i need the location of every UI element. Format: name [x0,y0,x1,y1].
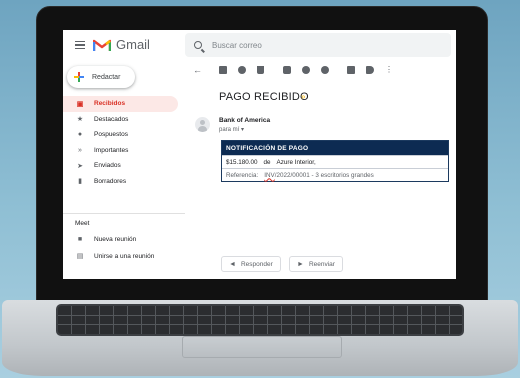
send-icon: ➤ [77,162,83,170]
search-bar[interactable] [185,33,451,57]
video-icon: ■ [77,236,83,243]
keyboard-icon: ▤ [76,253,84,260]
plus-icon [74,72,84,82]
gmail-logo-icon [93,39,111,51]
payment-notice: NOTIFICACIÓN DE PAGO $15.180.00 de Azure… [221,140,449,182]
recipient-text: para mí [219,127,240,133]
forward-button[interactable]: ► Reenviar [289,256,343,272]
notice-header: NOTIFICACIÓN DE PAGO [222,141,448,155]
chevron-down-icon[interactable]: ▾ [241,127,244,133]
archive-icon[interactable] [219,66,227,74]
draft-icon: ▮ [78,178,82,186]
notice-amount-row: $15.180.00 de Azure Interior, [222,155,448,168]
meet-new-meeting[interactable]: ■ Nueva reunión [75,236,136,243]
sidebar-item-label: Destacados [94,115,129,123]
forward-label: Reenviar [308,260,335,268]
sidebar-item-starred[interactable]: ★ Destacados [63,112,178,128]
mark-unread-icon[interactable] [283,66,291,74]
sidebar: Redactar ▣ Recibidos ★ Destacados ● Posp… [63,60,185,279]
reply-icon: ◄ [229,260,236,268]
sidebar-item-drafts[interactable]: ▮ Borradores [63,174,178,190]
reference-label: Referencia: [226,171,259,179]
more-options-icon[interactable]: ⋮ [385,66,393,74]
menu-icon[interactable] [75,41,85,49]
clock-icon: ● [77,131,83,139]
email-toolbar: ← ⋮ [185,60,456,82]
search-input[interactable] [212,40,432,50]
add-task-icon[interactable] [321,66,329,74]
notice-reference-row: Referencia: INV /2022/00001 - 3 escritor… [222,168,448,181]
sidebar-nav: ▣ Recibidos ★ Destacados ● Pospuestos » … [63,96,178,189]
important-marker-icon[interactable]: » [301,93,311,101]
reference-value: /2022/00001 - 3 escritorios grandes [274,171,374,179]
sidebar-item-label: Importantes [94,146,129,154]
move-to-icon[interactable] [347,66,355,74]
meet-item-label: Nueva reunión [94,236,137,243]
laptop-keyboard [58,306,462,334]
forward-icon: ► [297,260,304,268]
inbox-icon: ▣ [76,100,84,108]
payment-connector: de [263,158,271,166]
star-icon: ★ [76,116,84,124]
meet-join-meeting[interactable]: ▤ Unirse a una reunión [75,252,155,261]
reply-button[interactable]: ◄ Responder [221,256,281,272]
compose-button[interactable]: Redactar [67,66,135,88]
gmail-wordmark: Gmail [116,37,150,52]
email-subject: PAGO RECIBIDO [219,91,309,103]
gmail-header: Gmail [63,30,456,60]
avatar [195,117,210,132]
compose-label: Redactar [92,73,121,81]
delete-icon[interactable] [257,66,264,74]
sidebar-item-snoozed[interactable]: ● Pospuestos [63,127,178,143]
label-icon[interactable] [366,66,374,74]
meet-title: Meet [75,220,90,227]
back-arrow-icon[interactable]: ← [193,66,202,75]
sender-name: Bank of America [219,117,271,124]
sidebar-item-inbox[interactable]: ▣ Recibidos [63,96,178,112]
payment-company: Azure Interior, [276,158,316,166]
reference-prefix: INV [264,171,275,179]
email-view: ← ⋮ PAGO RECIBIDO » Bank of America para… [185,60,456,279]
sidebar-item-label: Borradores [94,177,127,185]
reply-label: Responder [240,260,273,268]
search-icon[interactable] [194,41,202,49]
payment-amount: $15.180.00 [226,158,258,166]
divider [63,213,185,214]
sidebar-item-label: Enviados [94,162,121,170]
meet-item-label: Unirse a una reunión [94,252,155,260]
sidebar-item-sent[interactable]: ➤ Enviados [63,158,178,174]
report-spam-icon[interactable] [238,66,246,74]
snooze-icon[interactable] [302,66,310,74]
sidebar-item-important[interactable]: » Importantes [63,143,178,159]
laptop-trackpad [182,336,342,358]
sidebar-item-label: Pospuestos [94,131,128,139]
important-icon: » [78,146,82,154]
laptop-screen: Gmail Redactar ▣ Recibidos ★ Destacados … [63,30,456,279]
sidebar-item-label: Recibidos [94,100,126,108]
recipient-label[interactable]: para mí ▾ [219,126,244,133]
